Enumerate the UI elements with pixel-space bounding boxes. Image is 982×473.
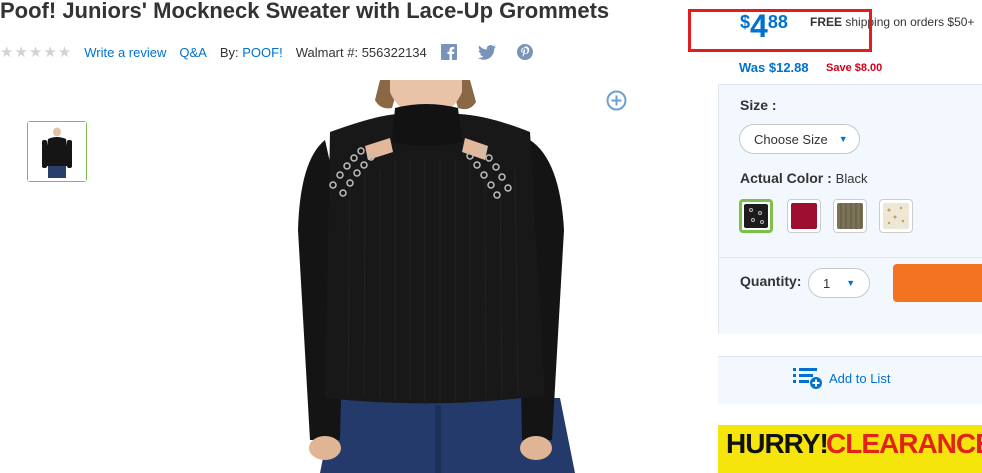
color-label: Actual Color :: [740, 170, 832, 186]
swatch-burgundy-fill: [791, 203, 817, 229]
zoom-plus-icon[interactable]: [606, 90, 627, 116]
pinterest-icon[interactable]: [516, 44, 533, 60]
add-list-icon: [793, 366, 823, 390]
size-select-value: Choose Size: [754, 131, 828, 147]
save-amount: Save $8.00: [826, 62, 883, 74]
rating-stars[interactable]: ★★★★★: [0, 43, 72, 61]
swatch-burgundy[interactable]: [787, 199, 821, 233]
swatch-black-fill: [744, 204, 768, 228]
product-title: Poof! Juniors' Mockneck Sweater with Lac…: [0, 0, 610, 23]
chevron-down-icon: ▼: [846, 278, 856, 288]
swatch-cream-floral[interactable]: [879, 199, 913, 233]
add-to-list-button[interactable]: Add to List: [793, 366, 890, 390]
product-meta-row: ★★★★★ Write a review Q&A By: POOF! Walma…: [0, 42, 533, 62]
swatch-olive[interactable]: [833, 199, 867, 233]
was-price: Was $12.88: [739, 60, 809, 75]
banner-clearance-text: CLEARANCE: [826, 428, 982, 459]
by-label: By:: [219, 44, 239, 60]
options-divider: [719, 257, 982, 258]
social-share: [440, 44, 533, 60]
main-product-image[interactable]: [230, 80, 690, 473]
add-to-list-label: Add to List: [829, 370, 891, 386]
write-review-link[interactable]: Write a review: [84, 45, 166, 60]
sweater-thumbnail-image: [28, 122, 86, 181]
size-select[interactable]: Choose Size ▼: [739, 124, 860, 154]
facebook-icon[interactable]: [440, 44, 457, 60]
qa-link[interactable]: Q&A: [179, 45, 206, 60]
quantity-select[interactable]: 1 ▼: [808, 268, 870, 298]
color-label-row: Actual Color : Black: [740, 170, 867, 186]
size-label: Size :: [740, 97, 777, 113]
price-highlight-box: [688, 9, 872, 52]
swatch-black[interactable]: [739, 199, 773, 233]
quantity-value: 1: [823, 275, 831, 291]
banner-hurry-text: HURRY!: [726, 428, 829, 459]
twitter-icon[interactable]: [477, 44, 496, 60]
swatch-olive-fill: [837, 203, 863, 229]
product-thumbnail[interactable]: [27, 121, 87, 182]
quantity-label: Quantity:: [740, 273, 802, 289]
add-to-cart-button[interactable]: [893, 264, 982, 302]
color-value: Black: [835, 171, 868, 186]
swatch-cream-fill: [883, 203, 909, 229]
brand-link[interactable]: POOF!: [242, 45, 282, 60]
chevron-down-icon: ▼: [838, 134, 848, 144]
sweater-model-image: [230, 80, 690, 473]
walmart-number: Walmart #: 556322134: [295, 44, 427, 60]
